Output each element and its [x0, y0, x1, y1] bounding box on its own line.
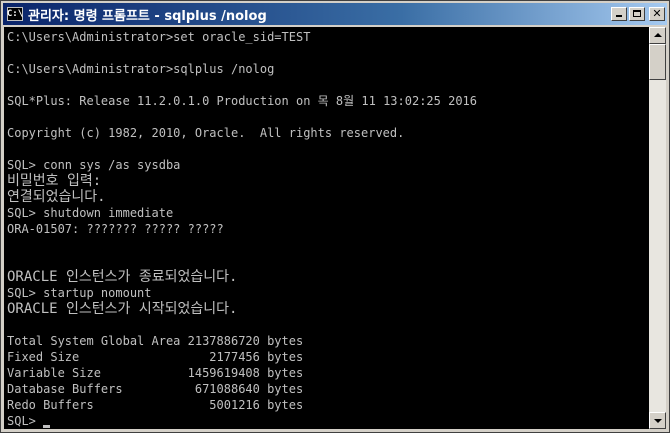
console-line: Total System Global Area 2137886720 byte… — [7, 334, 304, 348]
console-line: C:\Users\Administrator>sqlplus /nolog — [7, 62, 275, 76]
console-line: Redo Buffers 5001216 bytes — [7, 398, 304, 412]
maximize-button[interactable] — [629, 7, 645, 21]
scroll-down-button[interactable] — [649, 412, 666, 429]
console-line: ORACLE 인스턴스가 시작되었습니다. — [7, 301, 238, 317]
console-output[interactable]: C:\Users\Administrator>set oracle_sid=TE… — [4, 27, 649, 429]
scroll-up-button[interactable] — [649, 27, 666, 44]
console-line: Copyright (c) 1982, 2010, Oracle. All ri… — [7, 126, 405, 140]
maximize-icon — [633, 10, 641, 17]
console-line: SQL> conn sys /as sysdba — [7, 158, 181, 172]
console-line: 비밀번호 입력: — [7, 173, 102, 189]
minimize-button[interactable] — [611, 7, 627, 21]
close-button[interactable]: ✕ — [649, 7, 665, 21]
console-line: 연결되었습니다. — [7, 189, 106, 205]
console-line: SQL*Plus: Release 11.2.0.1.0 Production … — [7, 94, 478, 108]
console-line: SQL> shutdown immediate — [7, 206, 174, 220]
close-icon: ✕ — [652, 7, 662, 20]
title-bar[interactable]: C:\ 관리자: 명령 프롬프트 - sqlplus /nolog ✕ — [3, 3, 667, 25]
console-line: Database Buffers 671088640 bytes — [7, 382, 304, 396]
cmd-icon[interactable]: C:\ — [7, 7, 23, 21]
window-controls: ✕ — [611, 7, 665, 21]
console-line: ORACLE 인스턴스가 종료되었습니다. — [7, 269, 238, 285]
console-line: Variable Size 1459619408 bytes — [7, 366, 304, 380]
scrollbar-thumb[interactable] — [649, 44, 666, 80]
console-line: Fixed Size 2177456 bytes — [7, 350, 304, 364]
arrow-up-icon — [654, 33, 662, 37]
vertical-scrollbar[interactable] — [649, 27, 666, 429]
window-title: 관리자: 명령 프롬프트 - sqlplus /nolog — [28, 8, 267, 24]
prompt-text: SQL> — [7, 414, 44, 428]
text-cursor — [43, 425, 51, 428]
arrow-down-icon — [654, 419, 662, 423]
console-line: C:\Users\Administrator>set oracle_sid=TE… — [7, 30, 311, 44]
command-prompt-window: C:\ 관리자: 명령 프롬프트 - sqlplus /nolog ✕ C:\U… — [0, 0, 670, 433]
prompt-line[interactable]: SQL> — [7, 413, 51, 429]
console-line: ORA-01507: ??????? ????? ????? — [7, 222, 224, 236]
console-line: SQL> startup nomount — [7, 286, 152, 300]
minimize-icon — [616, 15, 622, 17]
